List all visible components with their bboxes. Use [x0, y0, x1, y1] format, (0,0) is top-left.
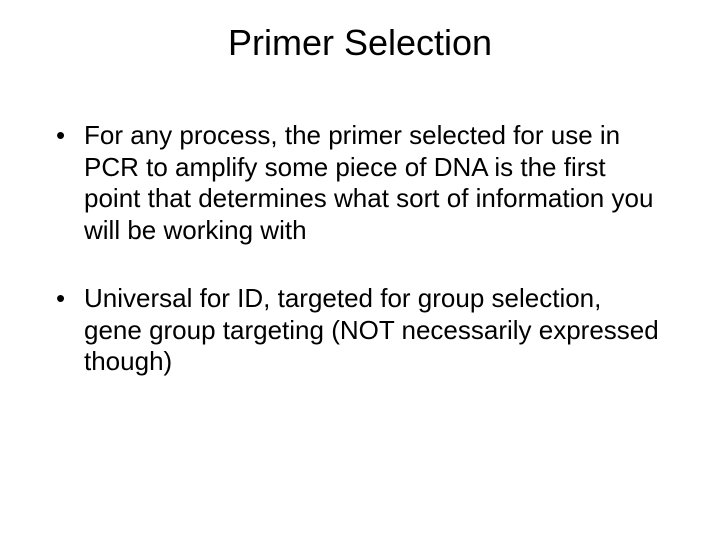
list-item: Universal for ID, targeted for group sel… — [54, 283, 666, 378]
bullet-list: For any process, the primer selected for… — [54, 120, 666, 378]
slide-title: Primer Selection — [0, 22, 720, 64]
list-item: For any process, the primer selected for… — [54, 120, 666, 247]
slide: Primer Selection For any process, the pr… — [0, 0, 720, 540]
slide-body: For any process, the primer selected for… — [54, 120, 666, 414]
